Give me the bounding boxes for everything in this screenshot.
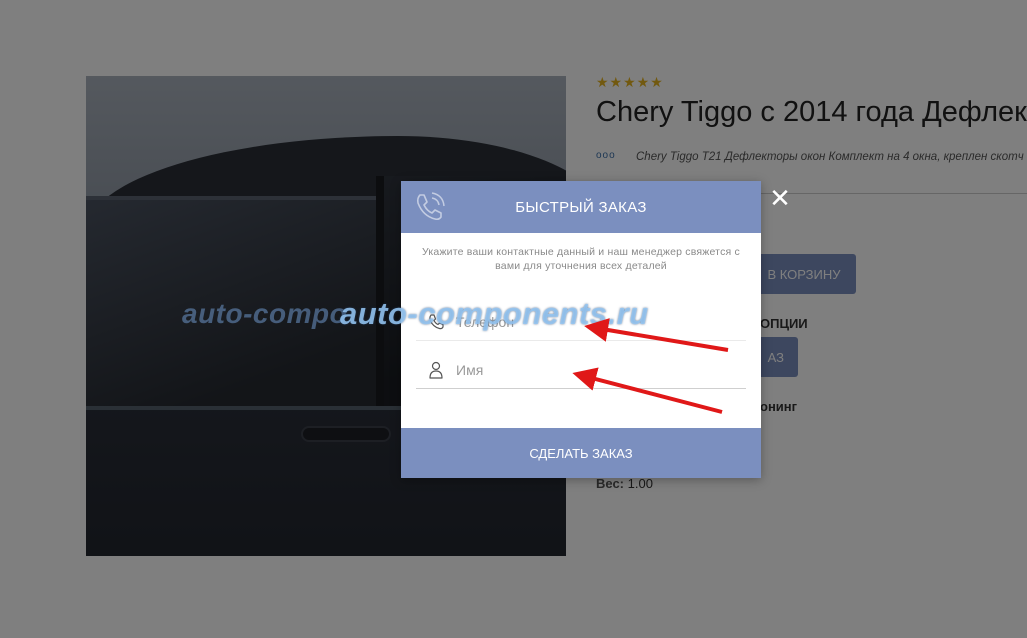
modal-header: БЫСТРЫЙ ЗАКАЗ — [401, 181, 761, 233]
modal-subtitle: Укажите ваши контактные данный и наш мен… — [422, 246, 740, 272]
user-icon — [429, 361, 443, 379]
submit-order-button[interactable]: СДЕЛАТЬ ЗАКАЗ — [401, 428, 761, 478]
watermark-faint: auto-compo — [182, 298, 348, 329]
watermark: auto-components.ru — [340, 296, 649, 331]
modal-title: БЫСТРЫЙ ЗАКАЗ — [515, 199, 647, 216]
name-field — [416, 349, 746, 389]
name-input[interactable] — [456, 357, 736, 383]
close-icon[interactable]: ✕ — [768, 185, 792, 211]
